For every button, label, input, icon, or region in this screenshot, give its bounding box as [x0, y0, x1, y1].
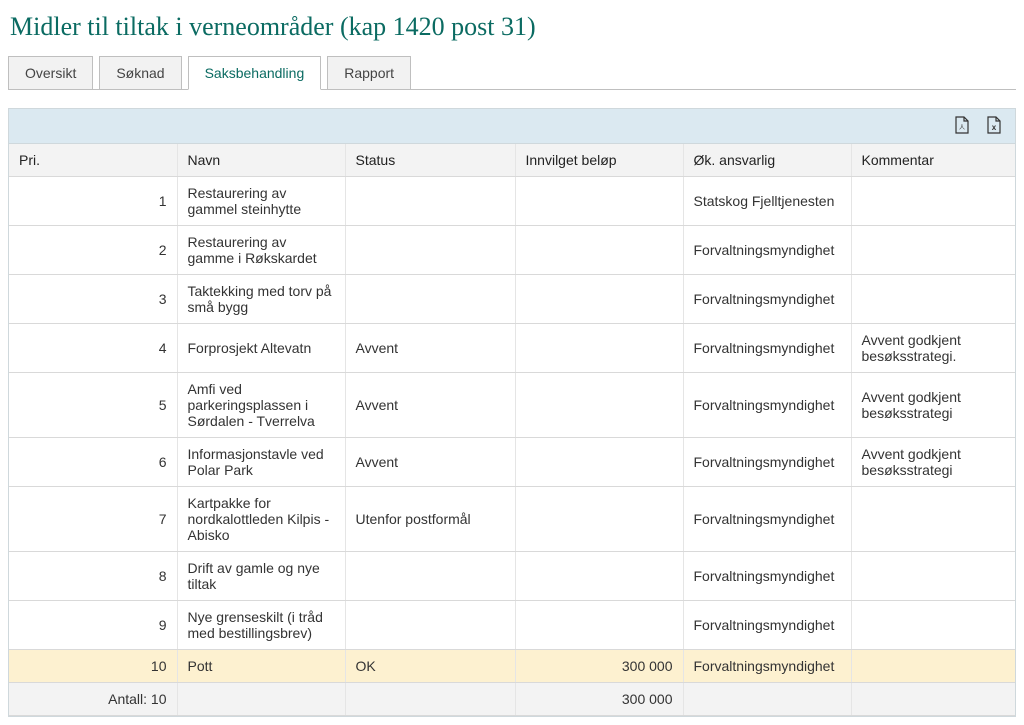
tab-rapport[interactable]: Rapport [327, 56, 411, 90]
cell-ok: Forvaltningsmyndighet [683, 650, 851, 683]
cell-kommentar [851, 601, 1015, 650]
cell-navn: Drift av gamle og nye tiltak [177, 552, 345, 601]
cell-kommentar: Avvent godkjent besøksstrategi [851, 438, 1015, 487]
footer-cell [177, 683, 345, 716]
cell-ok: Forvaltningsmyndighet [683, 275, 851, 324]
svg-text:x: x [992, 123, 997, 132]
cell-status [345, 275, 515, 324]
cell-status [345, 552, 515, 601]
col-header-kommentar[interactable]: Kommentar [851, 144, 1015, 177]
tab-soknad[interactable]: Søknad [99, 56, 181, 90]
table-row[interactable]: 10PottOK300 000Forvaltningsmyndighet [9, 650, 1015, 683]
cell-navn: Taktekking med torv på små bygg [177, 275, 345, 324]
cell-navn: Nye grenseskilt (i tråd med bestillingsb… [177, 601, 345, 650]
cell-belop [515, 324, 683, 373]
cell-ok: Statskog Fjelltjenesten [683, 177, 851, 226]
cell-kommentar [851, 275, 1015, 324]
cell-status: Avvent [345, 373, 515, 438]
export-excel-button[interactable]: x [985, 117, 1003, 135]
cell-kommentar [851, 226, 1015, 275]
col-header-status[interactable]: Status [345, 144, 515, 177]
cell-status: OK [345, 650, 515, 683]
cell-ok: Forvaltningsmyndighet [683, 438, 851, 487]
cell-ok: Forvaltningsmyndighet [683, 324, 851, 373]
cell-navn: Restaurering av gamme i Røkskardet [177, 226, 345, 275]
tab-row: Oversikt Søknad Saksbehandling Rapport [8, 56, 1016, 90]
cell-kommentar: Avvent godkjent besøksstrategi [851, 373, 1015, 438]
cell-belop [515, 601, 683, 650]
table-row[interactable]: 5Amfi ved parkeringsplassen i Sørdalen -… [9, 373, 1015, 438]
cell-pri: 1 [9, 177, 177, 226]
tab-oversikt[interactable]: Oversikt [8, 56, 93, 90]
cell-pri: 10 [9, 650, 177, 683]
cell-navn: Pott [177, 650, 345, 683]
cell-pri: 5 [9, 373, 177, 438]
table-header-row: Pri. Navn Status Innvilget beløp Øk. ans… [9, 144, 1015, 177]
pdf-icon: 人 [954, 116, 970, 137]
cell-navn: Forprosjekt Altevatn [177, 324, 345, 373]
cell-status [345, 601, 515, 650]
cell-status [345, 177, 515, 226]
cell-status [345, 226, 515, 275]
footer-total: 300 000 [515, 683, 683, 716]
footer-cell [851, 683, 1015, 716]
col-header-ok[interactable]: Øk. ansvarlig [683, 144, 851, 177]
cell-navn: Amfi ved parkeringsplassen i Sørdalen - … [177, 373, 345, 438]
table-footer-row: Antall: 10 300 000 [9, 683, 1015, 716]
cell-pri: 8 [9, 552, 177, 601]
cell-status: Avvent [345, 324, 515, 373]
export-pdf-button[interactable]: 人 [953, 117, 971, 135]
cell-belop [515, 373, 683, 438]
cell-kommentar [851, 552, 1015, 601]
table-row[interactable]: 1Restaurering av gammel steinhytte Statsk… [9, 177, 1015, 226]
cell-navn: Informasjonstavle ved Polar Park [177, 438, 345, 487]
page-title: Midler til tiltak i verneområder (kap 14… [10, 12, 1016, 42]
tab-saksbehandling[interactable]: Saksbehandling [188, 56, 322, 90]
svg-text:人: 人 [959, 124, 965, 131]
cell-ok: Forvaltningsmyndighet [683, 601, 851, 650]
footer-count: Antall: 10 [9, 683, 177, 716]
table-row[interactable]: 2Restaurering av gamme i Røkskardet Forva… [9, 226, 1015, 275]
cell-pri: 7 [9, 487, 177, 552]
footer-cell [345, 683, 515, 716]
table-row[interactable]: 6Informasjonstavle ved Polar ParkAvvent F… [9, 438, 1015, 487]
cell-pri: 3 [9, 275, 177, 324]
cell-kommentar [851, 487, 1015, 552]
cell-ok: Forvaltningsmyndighet [683, 487, 851, 552]
panel: 人 x Pri. Navn Status Innvilget beløp [8, 108, 1016, 717]
cell-belop [515, 487, 683, 552]
table-row[interactable]: 3Taktekking med torv på små bygg Forvaltn… [9, 275, 1015, 324]
cell-belop [515, 438, 683, 487]
col-header-pri[interactable]: Pri. [9, 144, 177, 177]
footer-cell [683, 683, 851, 716]
cell-kommentar [851, 650, 1015, 683]
table-row[interactable]: 4Forprosjekt AltevatnAvvent Forvaltningsm… [9, 324, 1015, 373]
cell-pri: 6 [9, 438, 177, 487]
cell-ok: Forvaltningsmyndighet [683, 226, 851, 275]
cell-belop [515, 177, 683, 226]
cell-belop [515, 226, 683, 275]
data-table: Pri. Navn Status Innvilget beløp Øk. ans… [9, 144, 1015, 716]
cell-navn: Kartpakke for nordkalottleden Kilpis - A… [177, 487, 345, 552]
cell-ok: Forvaltningsmyndighet [683, 373, 851, 438]
col-header-belop[interactable]: Innvilget beløp [515, 144, 683, 177]
cell-kommentar: Avvent godkjent besøksstrategi. [851, 324, 1015, 373]
cell-status: Utenfor postformål [345, 487, 515, 552]
cell-belop [515, 275, 683, 324]
cell-pri: 9 [9, 601, 177, 650]
cell-belop [515, 552, 683, 601]
table-row[interactable]: 8Drift av gamle og nye tiltak Forvaltning… [9, 552, 1015, 601]
table-row[interactable]: 9Nye grenseskilt (i tråd med bestillings… [9, 601, 1015, 650]
cell-ok: Forvaltningsmyndighet [683, 552, 851, 601]
table-row[interactable]: 7Kartpakke for nordkalottleden Kilpis - … [9, 487, 1015, 552]
cell-pri: 2 [9, 226, 177, 275]
cell-status: Avvent [345, 438, 515, 487]
cell-kommentar [851, 177, 1015, 226]
cell-belop: 300 000 [515, 650, 683, 683]
col-header-navn[interactable]: Navn [177, 144, 345, 177]
excel-icon: x [986, 116, 1002, 137]
cell-pri: 4 [9, 324, 177, 373]
panel-toolbar: 人 x [9, 109, 1015, 144]
cell-navn: Restaurering av gammel steinhytte [177, 177, 345, 226]
